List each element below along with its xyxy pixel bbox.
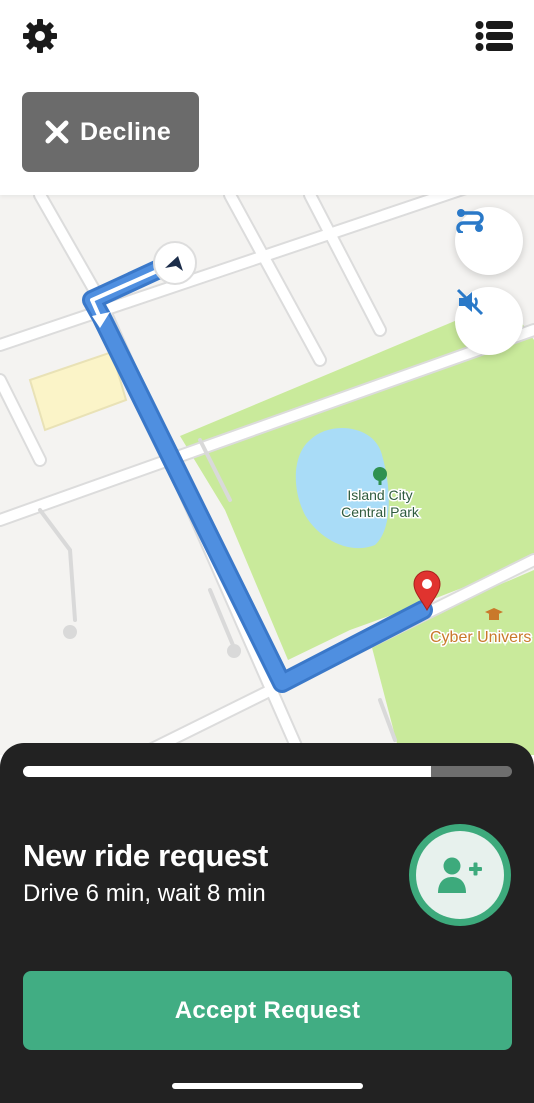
accept-request-button[interactable]: Accept Request xyxy=(23,971,512,1050)
add-rider-button[interactable] xyxy=(409,824,511,926)
home-indicator xyxy=(172,1083,363,1089)
volume-mute-icon xyxy=(456,288,484,316)
park-name-line2: Central Park xyxy=(341,504,420,520)
progress-fill xyxy=(23,766,432,777)
park-name-line1: Island City xyxy=(347,487,412,503)
top-bar: Decline xyxy=(0,0,534,195)
gear-icon xyxy=(23,19,57,53)
poi-label: Cyber Univers xyxy=(430,629,531,646)
list-icon xyxy=(475,21,513,51)
mute-voice-button[interactable] xyxy=(455,287,523,355)
decline-label: Decline xyxy=(80,117,172,146)
add-user-icon xyxy=(438,857,482,893)
request-timer-progress xyxy=(23,766,512,777)
ride-request-sheet: New ride request Drive 6 min, wait 8 min… xyxy=(0,743,534,1103)
route-overview-button[interactable] xyxy=(455,207,523,275)
decline-button[interactable]: Decline xyxy=(22,92,199,172)
map-view[interactable]: Island City Central Park Cyber Univers xyxy=(0,195,534,755)
settings-button[interactable] xyxy=(20,16,60,56)
request-subtitle: Drive 6 min, wait 8 min xyxy=(23,880,266,907)
request-title: New ride request xyxy=(23,838,269,873)
route-icon xyxy=(456,209,484,233)
current-location-marker xyxy=(153,241,197,285)
ride-list-button[interactable] xyxy=(474,18,516,54)
close-icon xyxy=(44,119,70,145)
map-canvas: Island City Central Park Cyber Univers xyxy=(0,195,534,755)
building-block xyxy=(28,350,128,432)
